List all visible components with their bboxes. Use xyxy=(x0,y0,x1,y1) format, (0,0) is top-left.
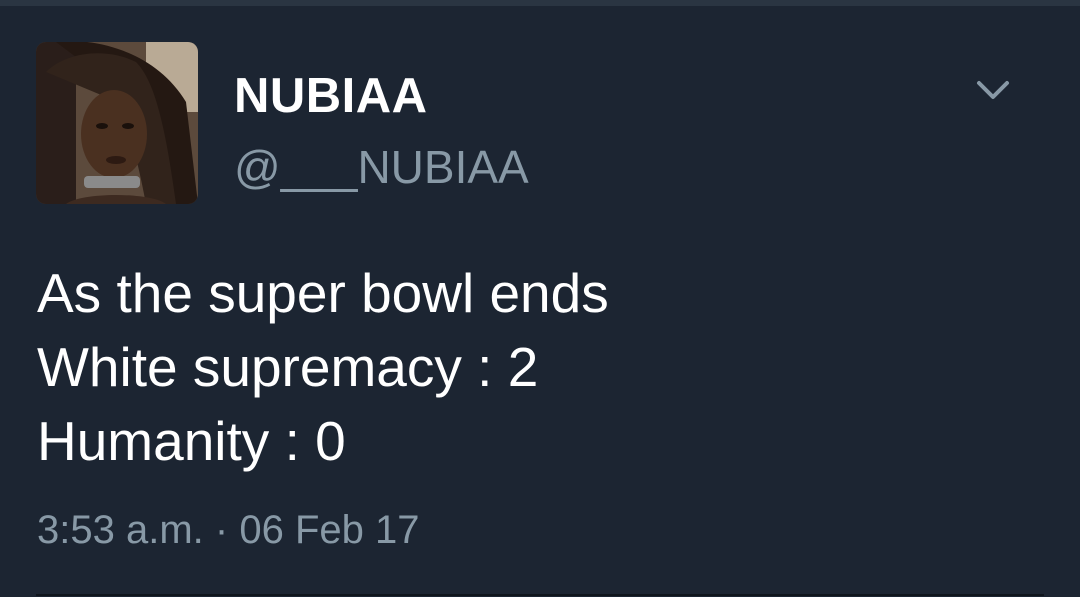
divider xyxy=(36,594,1044,596)
tweet-card: NUBIAA @___NUBIAA As the super bowl ends… xyxy=(0,6,1080,597)
display-name[interactable]: NUBIAA xyxy=(234,68,428,124)
avatar[interactable] xyxy=(36,42,198,204)
user-handle[interactable]: @___NUBIAA xyxy=(234,140,529,194)
timestamp: 3:53 a.m. · 06 Feb 17 xyxy=(37,508,419,553)
chevron-down-icon[interactable] xyxy=(970,68,1016,114)
tweet-text-line: Humanity : 0 xyxy=(37,410,346,472)
tweet-date: 06 Feb 17 xyxy=(239,508,420,552)
avatar-image xyxy=(36,42,198,204)
timestamp-separator: · xyxy=(214,508,229,552)
tweet-text-line: As the super bowl ends xyxy=(37,262,609,324)
tweet-text: As the super bowl ends White supremacy :… xyxy=(37,256,1037,478)
tweet-time: 3:53 a.m. xyxy=(37,508,204,552)
tweet-text-line: White supremacy : 2 xyxy=(37,336,539,398)
